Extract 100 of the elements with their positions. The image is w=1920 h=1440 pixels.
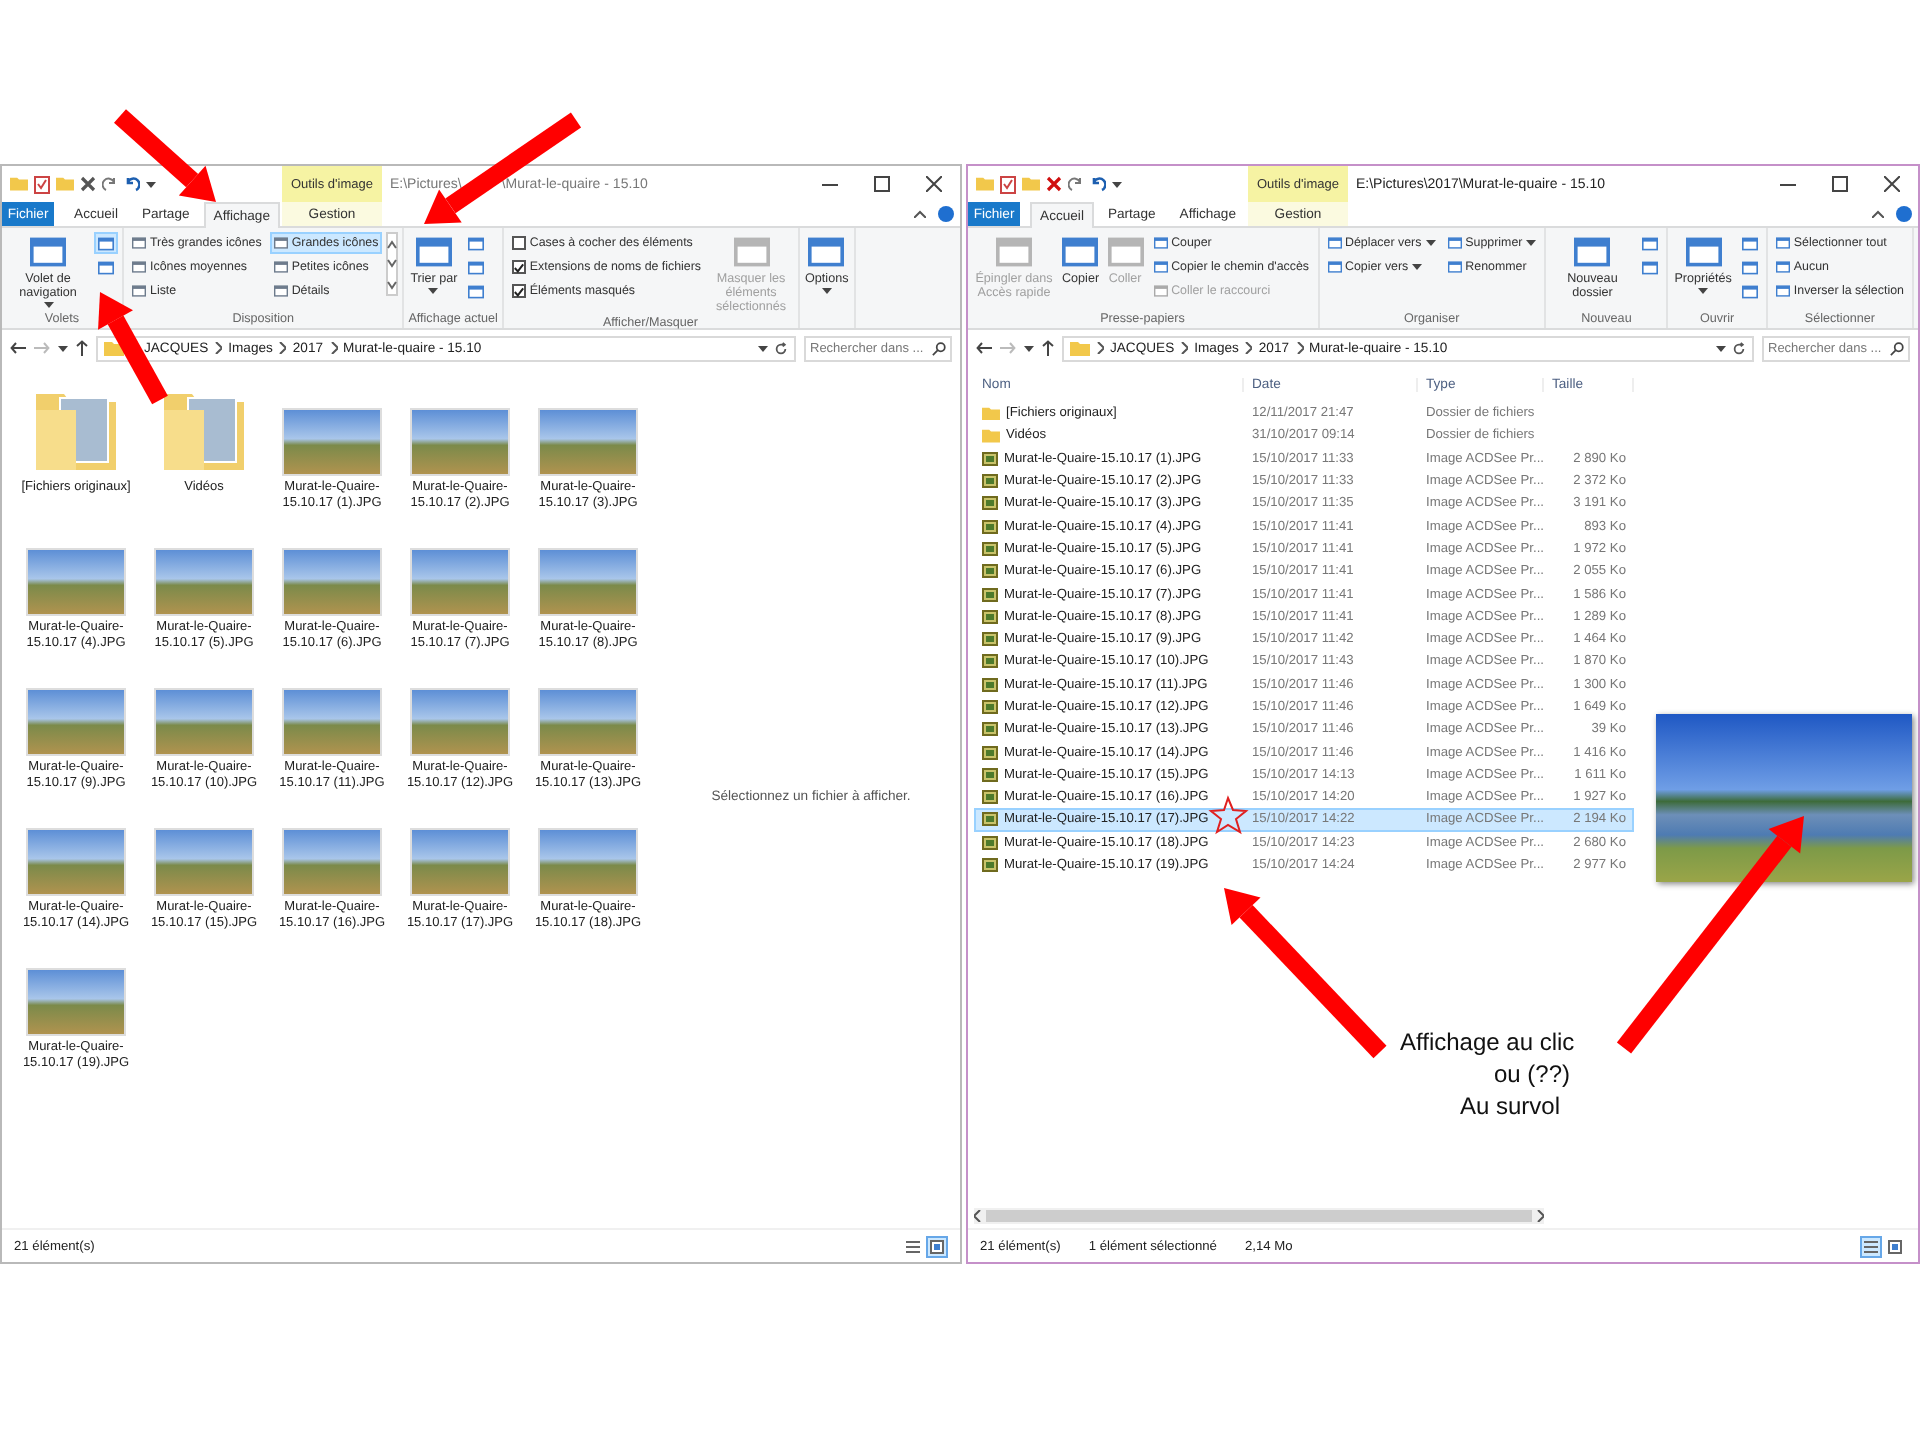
close-icon	[1884, 176, 1900, 192]
chevron-icon	[1244, 342, 1253, 354]
window-icon	[1775, 236, 1790, 250]
icon-button[interactable]	[1737, 280, 1762, 302]
arrow	[114, 109, 216, 202]
caret-icon	[1698, 288, 1709, 294]
icon-button[interactable]	[1737, 232, 1762, 254]
details-view-button[interactable]	[902, 1235, 924, 1257]
minimize-icon	[1780, 183, 1796, 185]
photo-placeholder[interactable]	[540, 830, 636, 894]
photo-placeholder[interactable]	[156, 550, 252, 614]
refresh-icon	[774, 341, 788, 355]
window-icon	[1062, 234, 1099, 270]
window-icon	[98, 235, 114, 251]
icon-button[interactable]	[463, 280, 488, 302]
up-arrow-icon	[1042, 340, 1054, 356]
window-icon	[1775, 284, 1790, 298]
caret-icon	[1716, 345, 1726, 351]
large-icons-view-button[interactable]	[1884, 1235, 1906, 1257]
photo-placeholder[interactable]	[412, 830, 508, 894]
chevron-icon	[1536, 1210, 1544, 1222]
help-icon	[1896, 206, 1912, 222]
window-icon	[467, 259, 484, 275]
chevron-icon	[974, 1210, 982, 1222]
folder-icon	[56, 176, 74, 192]
folder-icon	[1022, 176, 1040, 192]
chevron-icon	[1096, 342, 1104, 354]
window-icon	[467, 235, 484, 251]
photo-placeholder[interactable]	[412, 690, 508, 754]
checkbox[interactable]	[511, 236, 526, 250]
chevron-icon	[214, 342, 223, 354]
photo-placeholder[interactable]	[28, 970, 124, 1034]
horizontal-scrollbar[interactable]	[974, 1208, 1544, 1224]
photo-placeholder[interactable]	[540, 410, 636, 474]
photo-placeholder[interactable]	[284, 690, 380, 754]
checklist-icon	[1000, 175, 1016, 193]
window-icon	[1327, 260, 1341, 274]
window-icon	[1775, 260, 1790, 274]
window-icon	[1642, 235, 1659, 251]
icon-button[interactable]	[463, 232, 488, 254]
photo-placeholder[interactable]	[28, 550, 124, 614]
photo-placeholder[interactable]	[156, 690, 252, 754]
photo-placeholder[interactable]	[540, 690, 636, 754]
window-icon	[1642, 259, 1659, 275]
window-icon	[30, 234, 66, 270]
icon-button[interactable]	[463, 256, 488, 278]
window-icon	[273, 284, 288, 298]
chevron-icon	[1180, 342, 1189, 354]
caret-icon	[1526, 240, 1537, 246]
window-icon	[132, 260, 146, 274]
caret-icon	[758, 345, 768, 351]
window-icon	[132, 236, 146, 250]
checkbox[interactable]	[511, 284, 526, 298]
caret-icon	[821, 288, 832, 294]
minimize-icon	[822, 183, 838, 185]
window-icon	[1107, 234, 1144, 270]
checkbox[interactable]	[511, 260, 526, 274]
x-icon	[1046, 176, 1062, 192]
photo-placeholder[interactable]	[284, 830, 380, 894]
icon-button[interactable]	[94, 232, 118, 254]
photo-placeholder[interactable]	[28, 690, 124, 754]
redo-icon	[102, 176, 118, 192]
large-icons-view-button[interactable]	[926, 1235, 948, 1257]
back-arrow-icon	[10, 342, 26, 354]
photo-placeholder[interactable]	[412, 550, 508, 614]
folder-icon	[976, 176, 994, 192]
annotation-text: ou (??)	[1492, 1058, 1573, 1090]
annotation-text: Affichage au clic	[1400, 1026, 1575, 1058]
photo-placeholder[interactable]	[412, 410, 508, 474]
window-icon	[1741, 235, 1758, 251]
caret-icon	[428, 288, 439, 294]
collapse-icon	[914, 210, 926, 218]
photo-placeholder[interactable]	[28, 830, 124, 894]
search-icon	[1890, 341, 1904, 355]
help-icon	[938, 206, 954, 222]
window-icon	[1153, 260, 1168, 274]
folder-icon	[10, 176, 28, 192]
forward-arrow-icon	[1000, 342, 1016, 354]
redo-icon	[1068, 176, 1084, 192]
icon-button[interactable]	[1737, 256, 1762, 278]
forward-arrow-icon	[34, 342, 50, 354]
caret-icon	[43, 302, 53, 308]
chevron-icon	[1295, 342, 1304, 354]
icon-button[interactable]	[1638, 256, 1663, 278]
photo-placeholder[interactable]	[156, 830, 252, 894]
up-arrow-icon	[76, 340, 88, 356]
caret-icon	[58, 345, 68, 351]
chevron-icon	[329, 342, 338, 354]
caret-icon	[1024, 345, 1034, 351]
icon-button[interactable]	[94, 256, 118, 278]
caret-icon	[146, 181, 156, 187]
window-icon	[273, 236, 288, 250]
photo-placeholder[interactable]	[284, 550, 380, 614]
undo-icon	[124, 176, 140, 192]
details-view-button[interactable]	[1860, 1235, 1882, 1257]
window-icon	[1574, 234, 1611, 270]
photo-placeholder[interactable]	[540, 550, 636, 614]
window-icon	[808, 234, 845, 270]
photo-placeholder[interactable]	[284, 410, 380, 474]
icon-button[interactable]	[1638, 232, 1663, 254]
